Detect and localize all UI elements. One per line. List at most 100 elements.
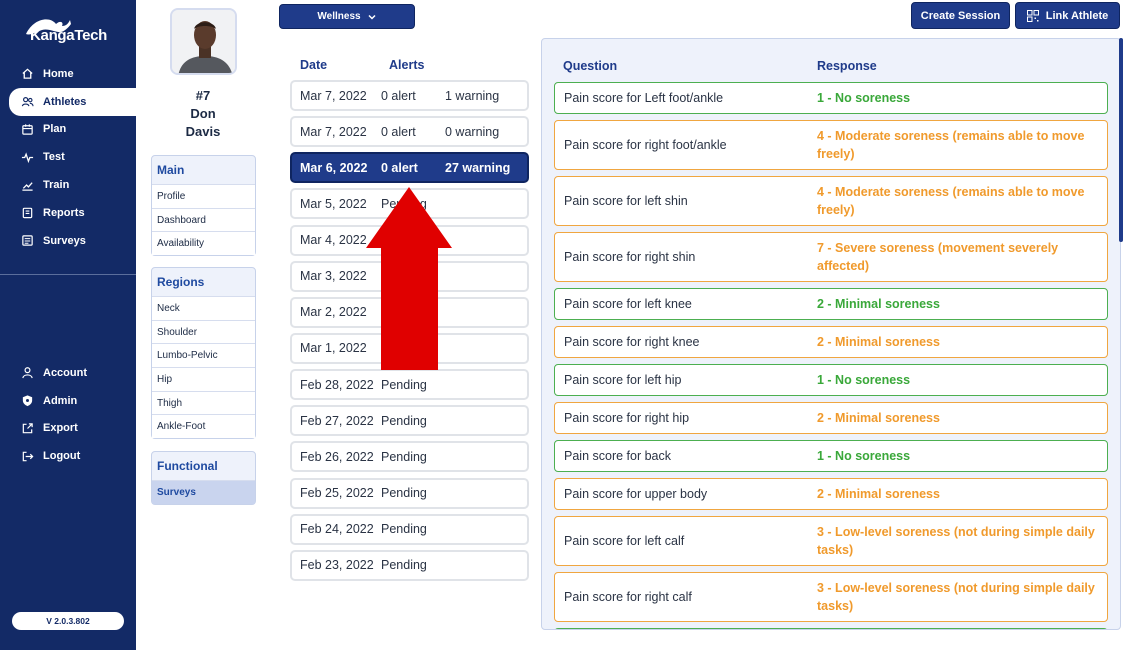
session-row[interactable]: Feb 27, 2022 Pending <box>290 405 529 437</box>
survey-response-row: Pain score for right calf 3 - Low-level s… <box>554 572 1108 622</box>
survey-question: Pain score for left shin <box>564 194 688 208</box>
trend-icon <box>20 178 34 192</box>
main-nav: Home Athletes Plan Test Train Reports Su… <box>0 60 136 255</box>
nav-label: Logout <box>43 450 81 463</box>
link-athlete-button[interactable]: Link Athlete <box>1015 2 1120 29</box>
session-row-selected[interactable]: Mar 6, 2022 0 alert 27 warning <box>290 152 529 184</box>
session-row[interactable]: Feb 23, 2022 Pending <box>290 549 529 581</box>
menu-item-thigh[interactable]: Thigh <box>152 390 255 415</box>
version-badge: V 2.0.3.802 <box>12 612 124 630</box>
nav-surveys[interactable]: Surveys <box>0 227 136 255</box>
nav-reports[interactable]: Reports <box>0 199 136 227</box>
pulse-icon <box>20 150 34 164</box>
alerts-column-header: Alerts <box>389 58 425 72</box>
menu-item-ankle-foot[interactable]: Ankle-Foot <box>152 414 255 439</box>
session-alerts: Pending <box>381 558 427 573</box>
menu-item-profile[interactable]: Profile <box>152 184 255 208</box>
survey-question: Pain score for Left foot/ankle <box>564 91 724 105</box>
session-alerts: Pending <box>381 449 427 464</box>
session-row[interactable]: Feb 26, 2022 Pending <box>290 441 529 473</box>
session-row[interactable]: Feb 24, 2022 Pending <box>290 513 529 545</box>
session-date: Feb 28, 2022 <box>300 377 374 392</box>
nav-train[interactable]: Train <box>0 171 136 199</box>
menu-title-functional: Functional <box>157 459 218 473</box>
export-icon <box>20 421 34 435</box>
survey-panel-scrollbar[interactable] <box>1119 38 1123 242</box>
red-arrow-annotation-icon <box>366 187 452 370</box>
nav-account[interactable]: Account <box>0 359 136 387</box>
nav-athletes[interactable]: Athletes <box>9 87 136 116</box>
sidebar: KangaTech Home Athletes Plan Test Train … <box>0 0 136 650</box>
session-row[interactable]: Feb 28, 2022 Pending <box>290 369 529 401</box>
session-warnings: 27 warning <box>445 160 511 175</box>
menu-item-neck[interactable]: Neck <box>152 296 255 320</box>
home-icon <box>20 67 34 81</box>
session-row[interactable]: Mar 7, 2022 0 alert 0 warning <box>290 116 529 148</box>
session-date: Feb 27, 2022 <box>300 413 374 428</box>
survey-response: 1 - No soreness <box>817 373 911 387</box>
athletes-icon <box>20 95 34 109</box>
survey-response-row: Pain score for right hip 2 - Minimal sore… <box>554 402 1108 434</box>
nav-home[interactable]: Home <box>0 60 136 88</box>
survey-response: 3 - Low-level soreness (not during simpl… <box>817 581 1095 613</box>
wellness-label: Wellness <box>317 11 361 22</box>
avatar <box>170 8 237 75</box>
menu-title-main: Main <box>157 163 185 177</box>
menu-item-lumbo-pelvic[interactable]: Lumbo-Pelvic <box>152 343 255 368</box>
nav-plan[interactable]: Plan <box>0 116 136 144</box>
session-alerts: 0 alert <box>381 124 416 139</box>
sidebar-divider <box>0 274 136 275</box>
survey-response-row <box>554 628 1108 629</box>
survey-response: 4 - Moderate soreness (remains able to m… <box>817 129 1085 161</box>
survey-response-row: Pain score for back 1 - No soreness <box>554 440 1108 472</box>
nav-export[interactable]: Export <box>0 415 136 443</box>
session-row[interactable]: Mar 7, 2022 0 alert 1 warning <box>290 80 529 111</box>
survey-response-row: Pain score for left calf 3 - Low-level so… <box>554 516 1108 566</box>
link-athlete-label: Link Athlete <box>1045 9 1109 22</box>
main-menu: Main Profile Dashboard Availability <box>151 155 256 257</box>
survey-response: 2 - Minimal soreness <box>817 411 940 425</box>
menu-item-availability[interactable]: Availability <box>152 231 255 256</box>
session-alerts: Pending <box>381 486 427 501</box>
survey-question: Pain score for upper body <box>564 487 708 501</box>
nav-label: Reports <box>43 206 85 219</box>
session-date: Feb 23, 2022 <box>300 558 374 573</box>
nav-test[interactable]: Test <box>0 143 136 171</box>
survey-response-row: Pain score for left knee 2 - Minimal sore… <box>554 288 1108 320</box>
create-session-label: Create Session <box>920 9 1001 22</box>
shield-icon <box>20 394 34 408</box>
survey-response-list: Pain score for Left foot/ankle 1 - No sor… <box>554 82 1108 629</box>
session-alerts: Pending <box>381 377 427 392</box>
survey-response-panel: Question Response Pain score for Left fo… <box>541 38 1121 630</box>
clipboard-icon <box>20 206 34 220</box>
menu-item-dashboard[interactable]: Dashboard <box>152 207 255 232</box>
question-column-header: Question <box>563 59 618 73</box>
athlete-last-name: Davis <box>185 124 221 139</box>
survey-response: 2 - Minimal soreness <box>817 297 940 311</box>
survey-response: 4 - Moderate soreness (remains able to m… <box>817 185 1085 217</box>
survey-question: Pain score for right knee <box>564 335 700 349</box>
session-date: Feb 26, 2022 <box>300 449 374 464</box>
session-date: Mar 7, 2022 <box>300 88 367 103</box>
survey-response-row: Pain score for left shin 4 - Moderate sor… <box>554 176 1108 226</box>
nav-admin[interactable]: Admin <box>0 387 136 415</box>
survey-response-row: Pain score for Left foot/ankle 1 - No sor… <box>554 82 1108 114</box>
logout-icon <box>20 449 34 463</box>
calendar-icon <box>20 122 34 136</box>
wellness-dropdown[interactable]: Wellness <box>279 4 415 29</box>
nav-logout[interactable]: Logout <box>0 442 136 470</box>
create-session-button[interactable]: Create Session <box>911 2 1010 29</box>
session-date: Mar 7, 2022 <box>300 124 367 139</box>
survey-response: 2 - Minimal soreness <box>817 335 940 349</box>
menu-item-hip[interactable]: Hip <box>152 367 255 391</box>
menu-item-surveys[interactable]: Surveys <box>152 480 255 504</box>
nav-label: Train <box>43 179 70 192</box>
survey-question: Pain score for left calf <box>564 534 685 548</box>
session-warnings: 1 warning <box>445 88 500 103</box>
survey-question: Pain score for right foot/ankle <box>564 138 727 152</box>
menu-item-shoulder[interactable]: Shoulder <box>152 319 255 344</box>
session-row[interactable]: Feb 25, 2022 Pending <box>290 477 529 509</box>
nav-label: Test <box>43 151 65 164</box>
nav-label: Surveys <box>43 234 86 247</box>
session-date: Feb 24, 2022 <box>300 522 374 537</box>
